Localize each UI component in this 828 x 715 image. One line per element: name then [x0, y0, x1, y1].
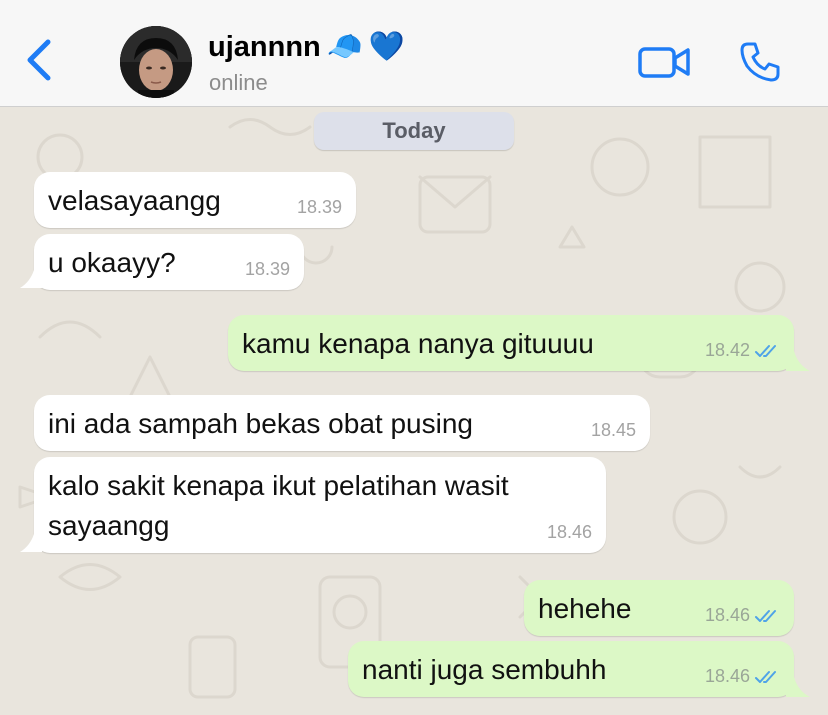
message-bubble-outgoing[interactable]: hehehe 18.46 — [524, 580, 794, 636]
contact-status: online — [209, 70, 268, 95]
video-call-icon[interactable] — [637, 42, 691, 82]
bubble-tail — [786, 343, 810, 371]
date-divider: Today — [314, 112, 514, 150]
back-chevron-icon[interactable] — [24, 38, 54, 82]
message-time: 18.46 — [704, 666, 750, 686]
bubble-tail — [20, 262, 42, 288]
chat-header: ujannnn 🧢 💙 online — [0, 0, 828, 107]
message-time: 18.46 — [546, 522, 592, 542]
message-bubble-incoming[interactable]: ini ada sampah bekas obat pusing 18.45 — [34, 395, 650, 451]
read-receipt-icon — [755, 609, 776, 622]
message-time: 18.39 — [296, 197, 342, 217]
read-receipt-icon — [755, 344, 776, 357]
read-receipt-icon — [755, 670, 776, 683]
message-bubble-incoming[interactable]: velasayaangg 18.39 — [34, 172, 356, 228]
message-text: ini ada sampah bekas obat pusing — [48, 408, 473, 439]
avatar-photo — [120, 26, 192, 98]
message-bubble-incoming[interactable]: kalo sakit kenapa ikut pelatihan wasit s… — [34, 457, 606, 553]
message-bubble-outgoing[interactable]: nanti juga sembuhh 18.46 — [348, 641, 794, 697]
avatar[interactable] — [120, 26, 192, 98]
contact-name-row[interactable]: ujannnn 🧢 💙 — [208, 30, 405, 64]
cap-emoji: 🧢 — [326, 31, 363, 63]
message-time: 18.42 — [704, 340, 750, 360]
bubble-tail — [786, 669, 810, 697]
contact-name: ujannnn — [208, 30, 321, 63]
blue-heart-emoji: 💙 — [368, 31, 405, 63]
bubble-tail — [20, 526, 42, 552]
message-text: kalo sakit kenapa ikut pelatihan wasit s… — [48, 470, 517, 541]
phone-call-icon[interactable] — [738, 40, 782, 84]
message-time: 18.46 — [704, 605, 750, 625]
message-bubble-outgoing[interactable]: kamu kenapa nanya gituuuu 18.42 — [228, 315, 794, 371]
message-text: kamu kenapa nanya gituuuu — [242, 328, 594, 359]
message-bubble-incoming[interactable]: u okaayy? 18.39 — [34, 234, 304, 290]
message-time: 18.45 — [590, 420, 636, 440]
message-time: 18.39 — [244, 259, 290, 279]
